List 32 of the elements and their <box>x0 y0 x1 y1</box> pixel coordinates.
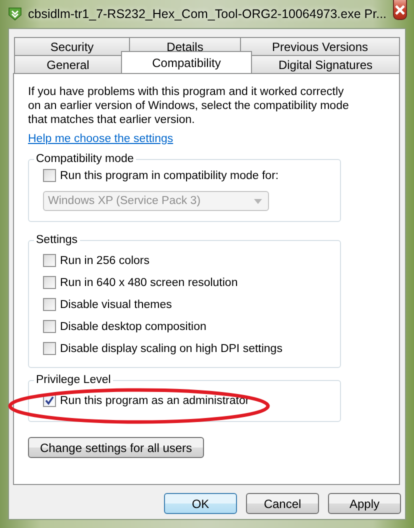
checkbox[interactable] <box>43 298 56 311</box>
group-title: Privilege Level <box>35 374 112 386</box>
checkbox[interactable] <box>43 169 56 182</box>
checkbox-label: Run this program in compatibility mode for: <box>60 170 279 182</box>
tab[interactable]: Digital Signatures <box>251 55 400 73</box>
checkbox-label: Run in 640 x 480 screen resolution <box>60 276 238 288</box>
shield-check-icon <box>8 7 22 21</box>
tab[interactable]: General <box>14 55 122 73</box>
change-settings-button[interactable]: Change settings for all users <box>28 437 204 458</box>
help-link[interactable]: Help me choose the settings <box>28 133 174 145</box>
tab[interactable]: Compatibility <box>121 51 252 73</box>
dialog-button[interactable]: Apply <box>328 493 401 514</box>
tab[interactable]: Previous Versions <box>240 37 400 55</box>
close-button[interactable] <box>392 0 407 20</box>
group-title: Compatibility mode <box>35 153 135 165</box>
dropdown-arrow-icon <box>254 198 262 204</box>
checkbox[interactable] <box>43 276 56 289</box>
checkbox-label: Disable visual themes <box>60 298 172 310</box>
checkbox-label: Run in 256 colors <box>60 254 150 266</box>
checkbox-label: Run this program as an administrator <box>60 394 250 406</box>
checkbox-label: Disable desktop composition <box>60 320 206 332</box>
checkbox-label: Disable display scaling on high DPI settings <box>60 342 282 354</box>
dialog-button[interactable]: OK <box>164 493 237 514</box>
close-icon <box>394 4 406 14</box>
window-title: cbsidlm-tr1_7-RS232_Hex_Com_Tool-ORG2-10064973.exe Pr... <box>28 7 387 21</box>
checkbox[interactable] <box>43 254 56 267</box>
group-title: Settings <box>35 234 79 246</box>
intro-text: If you have problems with this program and it worked correctly on an earlier version of Windows, select the compatibility mode that matches that earlier version. <box>28 85 350 127</box>
tab[interactable]: Security <box>14 37 130 55</box>
dialog-button[interactable]: Cancel <box>246 493 319 514</box>
checkbox[interactable] <box>43 320 56 333</box>
checkbox[interactable] <box>43 342 56 355</box>
